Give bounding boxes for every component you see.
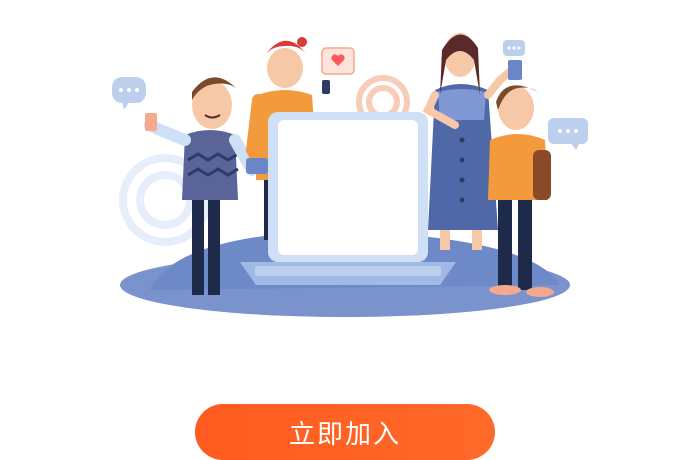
- chat-bubble-icon-right: [548, 118, 588, 150]
- chat-bubble-icon-top-right: [503, 40, 525, 56]
- chat-bubble-icon-left: [112, 77, 146, 110]
- heart-bubble-icon: [321, 47, 355, 75]
- laptop-illustration: [240, 112, 456, 285]
- join-now-button[interactable]: 立即加入: [195, 404, 495, 460]
- hero-illustration: [0, 0, 687, 340]
